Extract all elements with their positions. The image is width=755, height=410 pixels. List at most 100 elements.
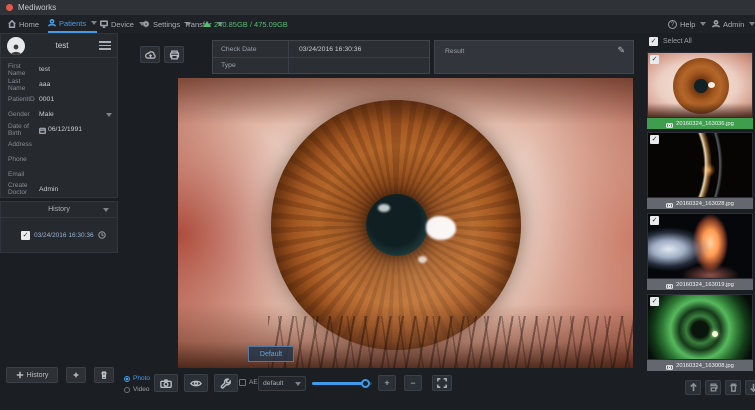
- field-dob[interactable]: Date of Birth 06/12/1991: [1, 122, 119, 137]
- menu-bar: Home Patients Device Settings Transfer 2…: [0, 15, 755, 33]
- checkbox-checked-icon[interactable]: ✓: [650, 297, 659, 306]
- image-viewer[interactable]: Default: [178, 78, 633, 368]
- check-date-row[interactable]: Check Date 03/24/2016 16:30:36: [213, 41, 429, 57]
- dob-value: 06/12/1991: [48, 126, 82, 133]
- checkbox-checked-icon[interactable]: ✓: [650, 135, 659, 144]
- last-name-label: Last Name: [1, 78, 39, 92]
- checkbox-checked-icon[interactable]: ✓: [650, 55, 659, 64]
- field-address[interactable]: Address: [1, 137, 119, 152]
- thumbnail-slit-beam-photo[interactable]: ✓: [647, 213, 753, 279]
- menu-patients[interactable]: Patients: [48, 15, 97, 33]
- field-patient-id[interactable]: PatientID 0001: [1, 92, 119, 107]
- window-title: Mediworks: [18, 3, 56, 12]
- type-row[interactable]: Type: [213, 57, 429, 73]
- settings-gear-icon: [142, 20, 150, 28]
- capture-mode-group: Photo Video: [124, 373, 150, 395]
- history-item[interactable]: ✓ 03/24/2016 16:30:36: [1, 218, 117, 244]
- patient-display-name: test: [25, 41, 99, 50]
- gallery-item-1[interactable]: ✓ 20160324_163036.jpg: [647, 52, 753, 129]
- export-up-button[interactable]: [685, 380, 701, 395]
- upload-button[interactable]: [140, 46, 160, 63]
- menu-user[interactable]: Admin: [712, 15, 755, 33]
- thumb-reflection: [708, 82, 715, 88]
- gallery-item-2[interactable]: ✓ 20160324_163028.jpg: [647, 132, 753, 209]
- field-create-doctor[interactable]: Create Doctor Admin: [1, 180, 119, 198]
- radio-on-icon: [124, 376, 130, 382]
- chevron-down-icon: [106, 113, 112, 117]
- avatar: [7, 37, 25, 55]
- field-first-name[interactable]: First Name test: [1, 62, 119, 77]
- thumbnail-fluorescein-photo[interactable]: ✓: [647, 294, 753, 360]
- checkbox-checked-icon[interactable]: ✓: [21, 231, 30, 240]
- adjust-button[interactable]: [214, 374, 238, 392]
- select-all-row[interactable]: ✓ Select All: [645, 33, 755, 50]
- gender-label: Gender: [1, 111, 39, 118]
- chevron-down-icon: [700, 22, 706, 26]
- field-gender[interactable]: Gender Male: [1, 107, 119, 122]
- menu-home[interactable]: Home: [8, 15, 39, 33]
- address-label: Address: [1, 141, 39, 148]
- zoom-slider[interactable]: [312, 382, 372, 385]
- gallery-item-4[interactable]: ✓ 20160324_163008.jpg: [647, 294, 753, 371]
- gallery-item-3[interactable]: ✓ 20160324_163019.jpg: [647, 213, 753, 290]
- result-panel[interactable]: Result ✎: [434, 40, 634, 74]
- clock-icon: [98, 226, 106, 244]
- thumbnail-caption: 20160324_163019.jpg: [647, 279, 753, 290]
- capture-button[interactable]: [154, 374, 178, 392]
- trash-icon: [729, 383, 738, 392]
- zoom-out-button[interactable]: −: [404, 375, 422, 391]
- menu-settings-label: Settings: [153, 20, 180, 29]
- chevron-down-icon: [91, 21, 97, 25]
- capture-toolbar: Photo Video AE default + −: [0, 372, 640, 398]
- preview-button[interactable]: [184, 374, 208, 392]
- thumbnail-filename: 20160324_163036.jpg: [676, 121, 734, 127]
- patient-panel-header: test: [1, 34, 117, 58]
- thumbnail-iris-photo[interactable]: ✓: [647, 52, 753, 118]
- menu-patients-label: Patients: [59, 19, 86, 28]
- exam-meta-panel: Check Date 03/24/2016 16:30:36 Type: [212, 40, 430, 74]
- download-button[interactable]: [745, 380, 755, 395]
- zoom-in-button[interactable]: +: [378, 375, 396, 391]
- thumbnail-slit-arc-photo[interactable]: ✓: [647, 132, 753, 198]
- ae-label: AE: [249, 379, 258, 386]
- patients-icon: [48, 19, 56, 27]
- chevron-down-icon: [103, 208, 109, 212]
- zoom-slider-knob[interactable]: [361, 379, 370, 388]
- chevron-down-icon: [749, 22, 755, 26]
- history-header[interactable]: History: [1, 202, 117, 218]
- preset-dropdown[interactable]: default: [258, 376, 306, 391]
- checkbox-checked-icon[interactable]: ✓: [650, 216, 659, 225]
- calendar-icon: [39, 121, 48, 139]
- title-bar: Mediworks: [0, 0, 755, 15]
- create-doctor-value: Admin: [39, 186, 58, 193]
- cloud-upload-icon: [145, 50, 156, 60]
- delete-images-button[interactable]: [725, 380, 741, 395]
- storage-indicator: 240.85GB / 475.09GB: [203, 15, 288, 33]
- printer-icon: [169, 50, 180, 60]
- patient-id-label: PatientID: [1, 96, 39, 103]
- print-images-button[interactable]: [705, 380, 721, 395]
- checkbox-icon: [239, 379, 246, 386]
- edit-pencil-icon[interactable]: ✎: [617, 45, 625, 56]
- arrow-up-icon: [689, 383, 698, 392]
- patient-menu-icon[interactable]: [99, 41, 111, 50]
- fit-screen-button[interactable]: [432, 375, 452, 391]
- storage-up-icon: [203, 21, 211, 27]
- field-last-name[interactable]: Last Name aaa: [1, 77, 119, 92]
- menu-device[interactable]: Device: [100, 15, 145, 33]
- thumbnail-filename: 20160324_163008.jpg: [676, 363, 734, 369]
- printer-icon: [709, 383, 718, 392]
- menu-help[interactable]: ? Help: [668, 15, 706, 33]
- thumbnail-caption-selected: 20160324_163036.jpg: [647, 118, 753, 129]
- select-all-label: Select All: [663, 38, 692, 45]
- device-icon: [100, 20, 108, 28]
- preset-value: default: [263, 380, 283, 387]
- video-radio[interactable]: Video: [124, 384, 150, 395]
- default-overlay-button[interactable]: Default: [248, 346, 294, 362]
- photo-radio[interactable]: Photo: [124, 373, 150, 384]
- eyelashes: [268, 316, 633, 368]
- field-phone[interactable]: Phone: [1, 152, 119, 167]
- ae-checkbox[interactable]: AE: [239, 379, 258, 386]
- help-icon: ?: [668, 20, 677, 29]
- print-button[interactable]: [164, 46, 184, 63]
